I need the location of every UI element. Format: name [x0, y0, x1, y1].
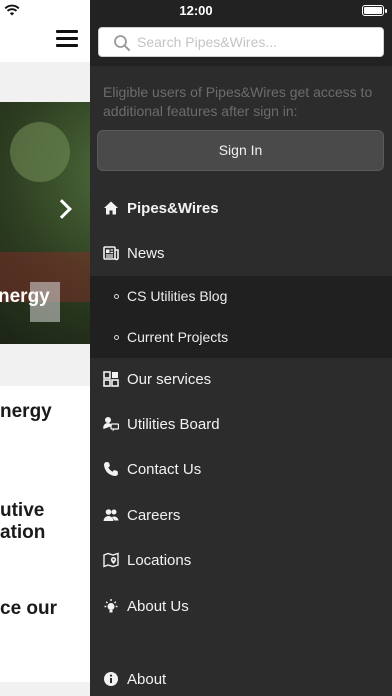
submenu-item-label: CS Utilities Blog — [127, 288, 228, 304]
background-heading: nergy — [0, 401, 52, 422]
submenu-item-current-projects[interactable]: Current Projects — [90, 317, 392, 358]
hero-title: nergy — [0, 286, 50, 307]
menu-item-about-us[interactable]: About Us — [90, 584, 392, 629]
menu-item-label: About — [127, 671, 167, 688]
submenu-item-label: Current Projects — [127, 329, 229, 345]
status-time: 12:00 — [179, 3, 213, 18]
menu-item-utilities-board[interactable]: Utilities Board — [90, 402, 392, 447]
status-bar: 12:00 — [0, 0, 392, 22]
menu-item-label: Pipes&Wires — [127, 200, 219, 217]
background-heading: ce our — [0, 598, 58, 619]
menu-item-contact-us[interactable]: Contact Us — [90, 447, 392, 492]
menu-item-label: News — [127, 245, 165, 262]
menu-item-label: Careers — [127, 507, 181, 524]
menu-item-label: Our services — [127, 371, 212, 388]
menu-item-careers[interactable]: Careers — [90, 493, 392, 538]
menu-item-label: Contact Us — [127, 461, 202, 478]
background-heading: ation — [0, 522, 46, 543]
menu-item-news[interactable]: News — [90, 231, 392, 276]
hamburger-menu-icon[interactable] — [56, 30, 78, 48]
battery-icon — [362, 5, 387, 16]
search-box[interactable] — [98, 27, 384, 57]
bullet-icon — [114, 335, 119, 340]
info-icon — [104, 672, 118, 686]
menu-item-label: Utilities Board — [127, 416, 220, 433]
menu-item-pipes-wires[interactable]: Pipes&Wires — [90, 186, 392, 231]
menu-item-label: Locations — [127, 552, 192, 569]
sign-in-button[interactable]: Sign In — [97, 130, 384, 171]
navigation-drawer: Eligible users of Pipes&Wires get access… — [90, 0, 392, 696]
grid-icon — [103, 371, 119, 387]
home-icon — [104, 201, 118, 215]
newspaper-icon — [103, 246, 119, 261]
menu-item-about[interactable]: About — [90, 657, 392, 696]
search-input[interactable] — [137, 28, 377, 56]
background-heading: utive — [0, 500, 45, 521]
people-icon — [103, 509, 119, 521]
menu-item-label: About Us — [127, 598, 189, 615]
lightbulb-icon — [104, 599, 118, 613]
submenu-item-cs-utilities-blog[interactable]: CS Utilities Blog — [90, 276, 392, 317]
bullet-icon — [114, 294, 119, 299]
menu-item-locations[interactable]: Locations — [90, 538, 392, 583]
signin-note: Eligible users of Pipes&Wires get access… — [103, 84, 373, 119]
search-icon — [114, 35, 130, 51]
menu-item-our-services[interactable]: Our services — [90, 357, 392, 402]
phone-icon — [104, 462, 118, 476]
chevron-right-icon[interactable] — [52, 199, 72, 219]
map-pin-icon — [103, 552, 119, 568]
person-chat-icon — [103, 417, 119, 432]
